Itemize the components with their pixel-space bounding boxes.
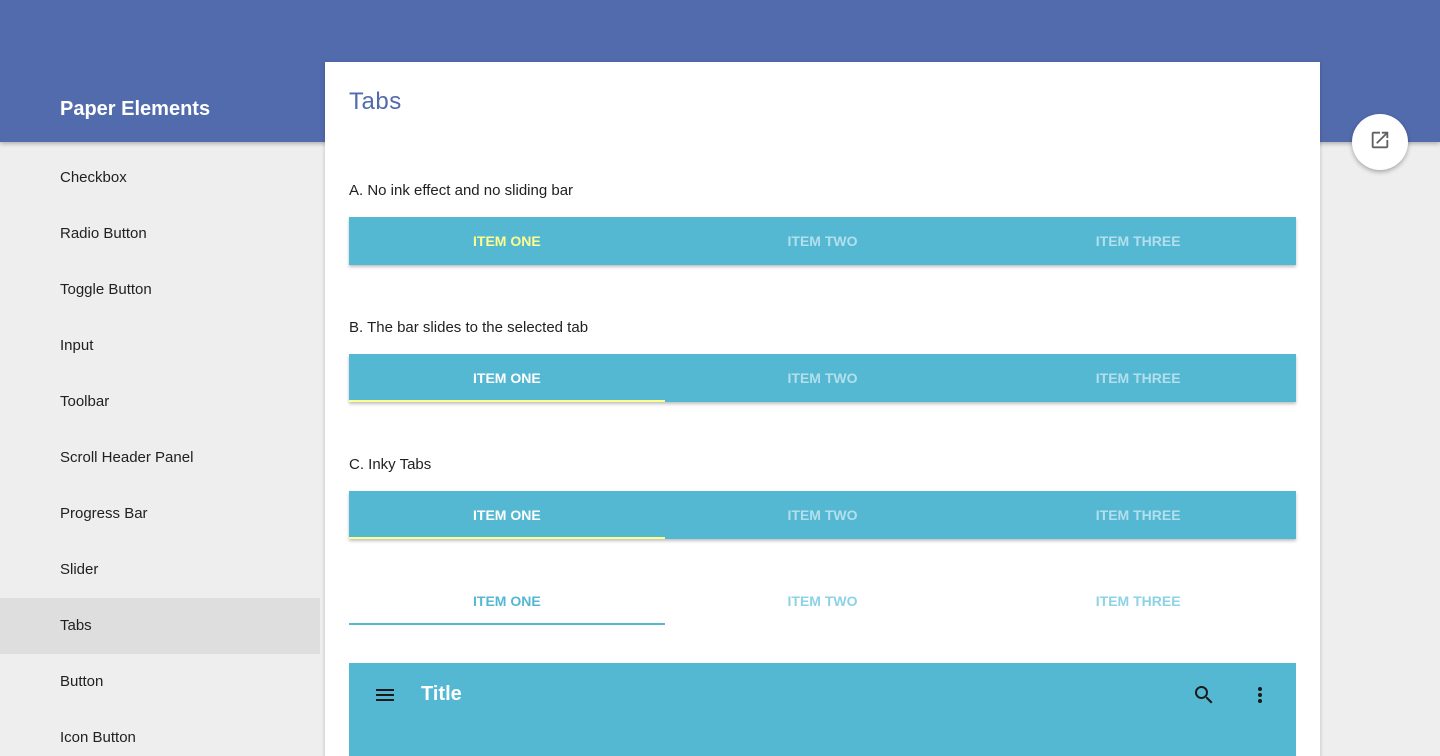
tab-item-one[interactable]: ITEM ONE <box>349 354 665 402</box>
tabs-plain: ITEM ONE ITEM TWO ITEM THREE <box>349 577 1296 625</box>
sidebar-item-toggle-button[interactable]: Toggle Button <box>0 262 320 318</box>
sidebar-item-slider[interactable]: Slider <box>0 542 320 598</box>
tab-label: ITEM ONE <box>473 370 541 386</box>
tab-item-two[interactable]: ITEM TWO <box>665 354 981 402</box>
tab-item-one[interactable]: ITEM ONE <box>349 577 665 625</box>
tab-item-one[interactable]: ITEM ONE <box>349 217 665 265</box>
sidebar-item-radio-button[interactable]: Radio Button <box>0 206 320 262</box>
sidebar: Checkbox Radio Button Toggle Button Inpu… <box>0 150 320 756</box>
sidebar-item-input[interactable]: Input <box>0 318 320 374</box>
tab-label: ITEM ONE <box>473 593 541 609</box>
tabs-b: ITEM ONE ITEM TWO ITEM THREE <box>349 354 1296 402</box>
toolbar-title: Title <box>421 683 462 705</box>
sidebar-item-checkbox[interactable]: Checkbox <box>0 150 320 206</box>
open-in-new-icon <box>1369 129 1391 156</box>
section-a-label: A. No ink effect and no sliding bar <box>349 182 574 199</box>
content-card: Tabs A. No ink effect and no sliding bar… <box>325 62 1320 756</box>
tabs-c: ITEM ONE ITEM TWO ITEM THREE <box>349 491 1296 539</box>
tab-item-two[interactable]: ITEM TWO <box>665 491 981 539</box>
sidebar-item-progress-bar[interactable]: Progress Bar <box>0 486 320 542</box>
selection-bar <box>349 623 665 625</box>
tabs-a: ITEM ONE ITEM TWO ITEM THREE <box>349 217 1296 265</box>
search-icon[interactable] <box>1192 683 1216 707</box>
section-c-label: C. Inky Tabs <box>349 456 432 473</box>
tab-label: ITEM ONE <box>473 507 541 523</box>
toolbar: Title <box>349 663 1296 756</box>
sidebar-item-tabs[interactable]: Tabs <box>0 598 320 654</box>
tab-item-three[interactable]: ITEM THREE <box>980 354 1296 402</box>
tab-item-three[interactable]: ITEM THREE <box>980 217 1296 265</box>
menu-icon[interactable] <box>373 683 397 707</box>
sidebar-item-scroll-header-panel[interactable]: Scroll Header Panel <box>0 430 320 486</box>
selection-bar <box>349 400 665 402</box>
app-title: Paper Elements <box>60 98 211 120</box>
sidebar-item-icon-button[interactable]: Icon Button <box>0 710 320 756</box>
tab-item-three[interactable]: ITEM THREE <box>980 491 1296 539</box>
section-b-label: B. The bar slides to the selected tab <box>349 319 589 336</box>
open-in-new-button[interactable] <box>1352 114 1408 170</box>
tab-item-two[interactable]: ITEM TWO <box>665 217 981 265</box>
sidebar-item-toolbar[interactable]: Toolbar <box>0 374 320 430</box>
tab-item-three[interactable]: ITEM THREE <box>980 577 1296 625</box>
more-vert-icon[interactable] <box>1248 683 1272 707</box>
page-title: Tabs <box>349 88 402 115</box>
selection-bar <box>349 537 665 539</box>
sidebar-item-button[interactable]: Button <box>0 654 320 710</box>
tab-item-two[interactable]: ITEM TWO <box>665 577 981 625</box>
tab-item-one[interactable]: ITEM ONE <box>349 491 665 539</box>
